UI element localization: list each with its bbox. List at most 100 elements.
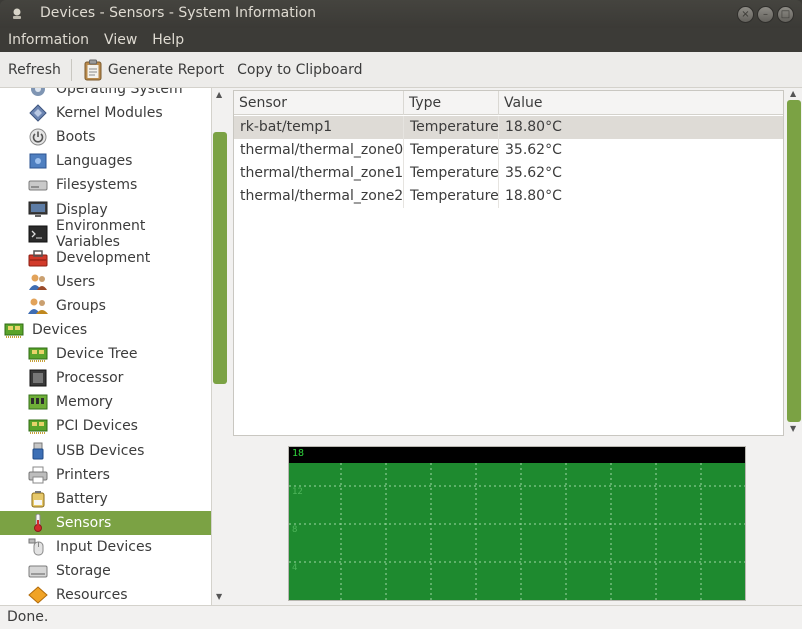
status-text: Done. — [7, 609, 49, 625]
sidebar-item-processor[interactable]: Processor — [0, 366, 211, 390]
cell-sensor: thermal/thermal_zone2 — [240, 188, 404, 204]
menu-view[interactable]: View — [104, 32, 137, 48]
sidebar-item-pci-devices[interactable]: PCI Devices — [0, 414, 211, 438]
cell-type: Temperature — [410, 165, 499, 181]
sidebar-item-label: Development — [56, 249, 151, 266]
close-button[interactable]: × — [737, 6, 754, 23]
window-controls: × – □ — [737, 6, 794, 23]
graph-header: 18 — [289, 447, 745, 463]
sidebar-item-storage[interactable]: Storage — [0, 559, 211, 583]
scroll-up-icon[interactable]: ▲ — [216, 90, 222, 99]
sidebar-item-label: Input Devices — [56, 538, 152, 555]
column-divider — [498, 116, 499, 139]
table-scroll-thumb[interactable] — [787, 100, 801, 422]
sidebar-item-kernel-modules[interactable]: Kernel Modules — [0, 101, 211, 125]
cell-sensor: thermal/thermal_zone1 — [240, 165, 404, 181]
table-scrollbar[interactable]: ▲ ▼ — [786, 88, 802, 436]
clipboard-icon — [84, 59, 102, 80]
sidebar-item-label: Operating System — [56, 88, 183, 97]
column-header-sensor[interactable]: Sensor — [234, 91, 404, 115]
sidebar-item-battery[interactable]: Battery — [0, 487, 211, 511]
sidebar-item-label: Boots — [56, 129, 96, 146]
generate-report-button[interactable]: Generate Report — [84, 59, 224, 81]
table-header: Sensor Type Value — [234, 91, 783, 115]
cell-type: Temperature — [410, 119, 499, 135]
sidebar-item-label: Device Tree — [56, 346, 138, 363]
storage-icon — [28, 565, 48, 578]
memory-icon — [28, 394, 48, 410]
sidebar-item-sensors[interactable]: Sensors — [0, 510, 211, 535]
sidebar-item-languages[interactable]: Languages — [0, 149, 211, 173]
mouse-icon — [28, 538, 44, 556]
table-scroll-up-icon[interactable]: ▲ — [790, 89, 796, 98]
cell-value: 18.80°C — [505, 188, 562, 204]
board-icon — [28, 347, 48, 363]
cell-type: Temperature — [410, 142, 499, 158]
sidebar-item-label: Kernel Modules — [56, 105, 163, 122]
sidebar-item-label: USB Devices — [56, 442, 145, 459]
right-pane: Sensor Type Value rk-bat/temp1 Temperatur… — [228, 88, 802, 605]
table-row[interactable]: thermal/thermal_zone1 Temperature 35.62°C — [234, 162, 783, 185]
sensor-table: Sensor Type Value rk-bat/temp1 Temperatur… — [233, 90, 784, 436]
sidebar-item-boots[interactable]: Boots — [0, 125, 211, 149]
sidebar-item-users[interactable]: Users — [0, 270, 211, 294]
generate-report-label: Generate Report — [107, 61, 225, 78]
sidebar-item-devices[interactable]: Devices — [0, 318, 211, 342]
category-tree: Operating System Kernel Modules Boots Langu… — [0, 88, 212, 605]
menu-help[interactable]: Help — [152, 32, 184, 48]
sidebar-item-label: Devices — [32, 322, 88, 338]
users-icon — [29, 274, 47, 290]
column-divider — [403, 116, 404, 139]
os-icon — [31, 88, 45, 96]
board-icon — [28, 419, 48, 435]
sidebar-item-label: Display — [56, 201, 108, 218]
minimize-button[interactable]: – — [757, 6, 774, 23]
drive-icon — [28, 180, 48, 191]
sidebar-item-memory[interactable]: Memory — [0, 390, 211, 414]
sidebar-item-label: Memory — [56, 394, 113, 411]
app-icon — [13, 8, 21, 19]
sidebar-item-input-devices[interactable]: Input Devices — [0, 535, 211, 559]
cell-value: 35.62°C — [505, 142, 562, 158]
sidebar-item-development[interactable]: Development — [0, 246, 211, 270]
column-divider — [498, 139, 499, 162]
column-divider — [498, 162, 499, 185]
copy-to-clipboard-button[interactable]: Copy to Clipboard — [237, 62, 362, 78]
sidebar-item-label: Users — [56, 273, 96, 290]
sidebar-item-printers[interactable]: Printers — [0, 463, 211, 487]
column-header-type[interactable]: Type — [404, 91, 499, 115]
sidebar-item-label: Storage — [56, 563, 111, 579]
sidebar-item-label: Filesystems — [56, 177, 138, 194]
sidebar-item-operating-system[interactable]: Operating System — [0, 88, 211, 101]
table-row[interactable]: thermal/thermal_zone2 Temperature 18.80°C — [234, 185, 783, 208]
cpu-icon — [29, 369, 47, 387]
sidebar-item-usb-devices[interactable]: USB Devices — [0, 439, 211, 463]
maximize-button[interactable]: □ — [777, 6, 794, 23]
table-row[interactable]: rk-bat/temp1 Temperature 18.80°C — [234, 116, 783, 139]
sidebar-item-groups[interactable]: Groups — [0, 294, 211, 318]
graph-grid — [289, 463, 745, 600]
tree-scroll-thumb[interactable] — [213, 132, 227, 384]
flag-icon — [29, 153, 47, 169]
scroll-down-icon[interactable]: ▼ — [216, 592, 222, 601]
monitor-icon — [28, 201, 48, 217]
sidebar-item-resources[interactable]: Resources — [0, 583, 211, 605]
table-scroll-down-icon[interactable]: ▼ — [790, 424, 796, 433]
sidebar-item-label: Resources — [56, 587, 128, 604]
column-header-value[interactable]: Value — [499, 91, 783, 115]
sidebar-item-filesystems[interactable]: Filesystems — [0, 173, 211, 197]
cell-sensor: rk-bat/temp1 — [240, 119, 333, 135]
tree-scrollbar[interactable]: ▲ ▼ — [212, 88, 228, 605]
sidebar-item-label: Groups — [56, 297, 106, 314]
title-bar: Devices - Sensors - System Information ×… — [0, 0, 802, 28]
toolbar-separator — [70, 58, 72, 81]
menu-information[interactable]: Information — [8, 32, 89, 48]
battery-icon — [31, 490, 45, 508]
table-row[interactable]: thermal/thermal_zone0 Temperature 35.62°C — [234, 139, 783, 162]
terminal-icon — [28, 225, 48, 243]
sensor-graph: 18 12 8 4 — [288, 446, 746, 601]
sidebar-item-environment-variables[interactable]: Environment Variables — [0, 218, 211, 250]
refresh-button[interactable]: Refresh — [8, 62, 61, 78]
sidebar-item-device-tree[interactable]: Device Tree — [0, 342, 211, 366]
sidebar-item-label: Processor — [56, 370, 124, 387]
